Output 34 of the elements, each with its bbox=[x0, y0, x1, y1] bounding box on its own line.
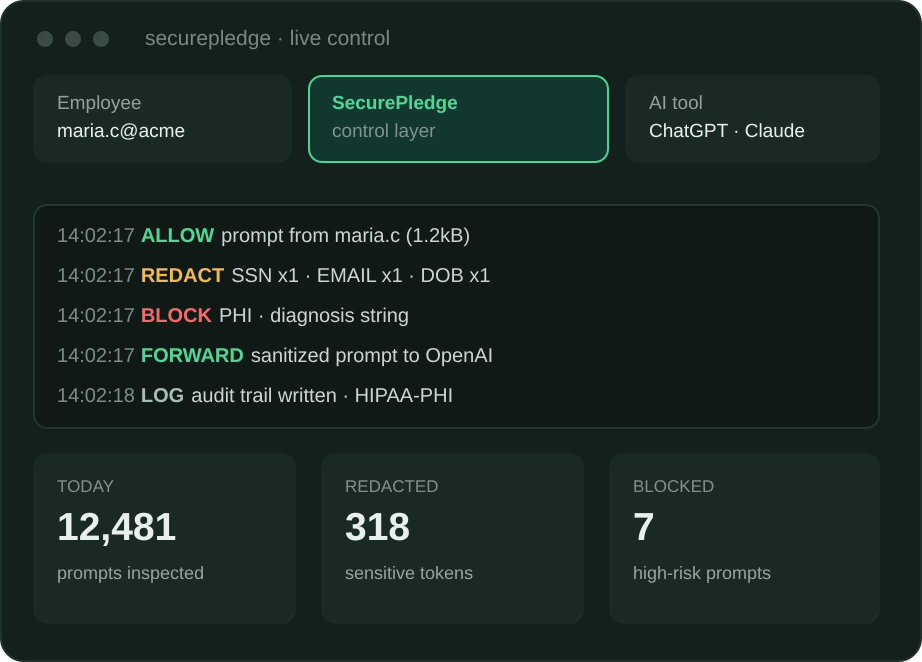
log-message: prompt from maria.c (1.2kB) bbox=[221, 224, 470, 249]
log-action: ALLOW bbox=[140, 224, 214, 249]
log-message: audit trail written · HIPAA-PHI bbox=[191, 384, 454, 409]
log-time: 14:02:17 bbox=[57, 344, 135, 369]
stat-label: BLOCKED bbox=[633, 476, 714, 498]
dot-icon bbox=[93, 30, 109, 46]
stat-value: 318 bbox=[345, 505, 410, 551]
log-message: SSN x1 · EMAIL x1 · DOB x1 bbox=[231, 264, 491, 289]
dot-icon bbox=[65, 30, 81, 46]
window-title: securepledge · live control bbox=[145, 26, 390, 50]
stat-value: 7 bbox=[633, 505, 655, 551]
log-action: BLOCK bbox=[140, 304, 212, 329]
log-action: FORWARD bbox=[140, 344, 244, 369]
node-value: maria.c@acme bbox=[57, 120, 186, 144]
log-message: sanitized prompt to OpenAI bbox=[250, 344, 494, 369]
node-label: SecurePledge bbox=[332, 92, 459, 116]
log-action: LOG bbox=[140, 384, 184, 409]
stat-label: REDACTED bbox=[345, 476, 439, 498]
node-label: AI tool bbox=[649, 92, 704, 116]
node-label: Employee bbox=[57, 92, 142, 116]
stat-label: TODAY bbox=[57, 476, 114, 498]
stat-caption: sensitive tokens bbox=[345, 562, 474, 585]
log-action: REDACT bbox=[140, 264, 224, 289]
log-time: 14:02:18 bbox=[57, 384, 135, 409]
log-message: PHI · diagnosis string bbox=[218, 304, 410, 329]
stat-caption: prompts inspected bbox=[57, 562, 204, 585]
node-value: control layer bbox=[332, 120, 436, 144]
stat-caption: high-risk prompts bbox=[633, 562, 772, 585]
log-time: 14:02:17 bbox=[57, 264, 135, 289]
log-time: 14:02:17 bbox=[57, 224, 135, 249]
dot-icon bbox=[37, 30, 53, 46]
node-value: ChatGPT · Claude bbox=[649, 120, 806, 144]
stat-value: 12,481 bbox=[57, 505, 176, 551]
log-time: 14:02:17 bbox=[57, 304, 135, 329]
